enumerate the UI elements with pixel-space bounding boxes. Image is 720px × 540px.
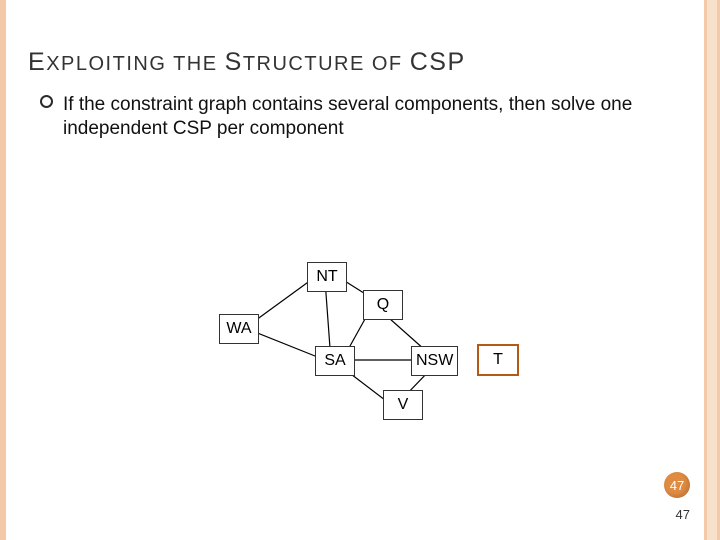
- ring-icon: [40, 95, 53, 108]
- bullet-icon: [40, 92, 63, 114]
- node-nsw: NSW: [411, 346, 458, 376]
- title-frag: CSP: [410, 48, 466, 76]
- title-frag: E: [28, 48, 46, 76]
- node-v: V: [383, 390, 423, 420]
- title-frag: S: [225, 48, 243, 76]
- node-nt: NT: [307, 262, 347, 292]
- node-t: T: [477, 344, 519, 376]
- body-text: If the constraint graph contains several…: [63, 93, 640, 142]
- title-frag: TRUCTURE OF: [243, 53, 410, 75]
- title-frag: XPLOITING THE: [46, 53, 224, 75]
- page-badge: 47: [664, 472, 690, 498]
- node-wa: WA: [219, 314, 259, 344]
- slide-title: EXPLOITING THE STRUCTURE OF CSP: [28, 48, 466, 77]
- node-q: Q: [363, 290, 403, 320]
- constraint-graph: NT Q WA SA NSW T V: [215, 260, 535, 430]
- slide: EXPLOITING THE STRUCTURE OF CSP If the c…: [0, 0, 720, 540]
- page-number: 47: [676, 507, 690, 522]
- right-accent-band-inner: [707, 0, 717, 540]
- left-accent-band: [0, 0, 6, 540]
- node-sa: SA: [315, 346, 355, 376]
